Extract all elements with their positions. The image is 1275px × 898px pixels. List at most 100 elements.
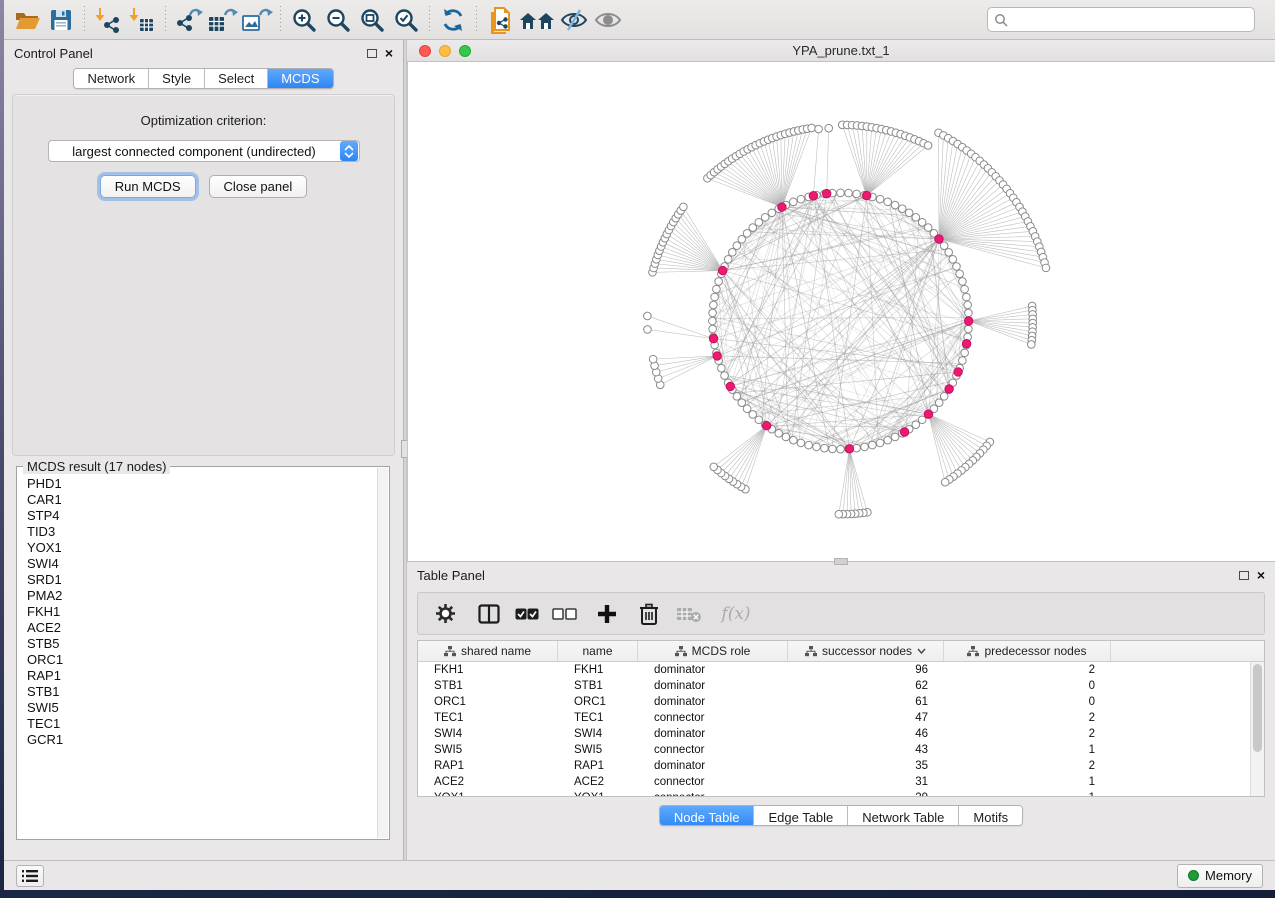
result-node[interactable]: SWI5 [27,700,369,716]
result-node[interactable]: PHD1 [27,476,369,492]
table-cell: SWI4 [418,726,558,742]
result-node[interactable]: YOX1 [27,540,369,556]
table-cell: 0 [944,678,1111,694]
table-row[interactable]: SWI4SWI4dominator462 [418,726,1250,742]
clear-table-icon [674,597,704,631]
network-canvas[interactable] [407,62,1275,561]
table-cell: 43 [788,742,944,758]
network-graph [408,62,1275,561]
horizontal-splitter-handle[interactable] [834,558,848,565]
result-node[interactable]: TEC1 [27,716,369,732]
float-panel-icon[interactable] [367,49,377,58]
result-node[interactable]: PMA2 [27,588,369,604]
column-header-predecessor-nodes[interactable]: predecessor nodes [944,641,1111,661]
result-node[interactable]: SRD1 [27,572,369,588]
first-neighbors-icon[interactable] [517,4,557,36]
main-toolbar [4,0,1275,40]
close-panel-icon[interactable]: × [385,48,393,58]
tab-node-table[interactable]: Node Table [660,806,755,826]
float-panel-icon[interactable] [1239,571,1249,580]
result-node[interactable]: ACE2 [27,620,369,636]
mcds-result-box: MCDS result (17 nodes) PHD1CAR1STP4TID3Y… [16,466,390,840]
table-row[interactable]: TEC1TEC1connector472 [418,710,1250,726]
zoom-out-icon[interactable] [321,4,355,36]
export-network-icon[interactable] [172,4,206,36]
import-table-icon[interactable] [125,4,159,36]
result-node[interactable]: STB5 [27,636,369,652]
org-chart-icon [444,646,456,657]
column-header-name[interactable]: name [558,641,638,661]
settings-icon[interactable] [430,597,460,631]
scrollbar-thumb[interactable] [1253,664,1262,752]
result-node[interactable]: STP4 [27,508,369,524]
table-cell: STB1 [418,678,558,694]
zoom-in-icon[interactable] [287,4,321,36]
close-panel-icon[interactable]: × [1257,570,1265,580]
column-header-shared-name[interactable]: shared name [418,641,558,661]
table-cell: 2 [944,662,1111,678]
table-row[interactable]: FKH1FKH1dominator962 [418,662,1250,678]
deselect-all-icon[interactable] [550,597,580,631]
table-panel: Table Panel × [407,561,1275,860]
table-cell: 1 [944,790,1111,797]
table-row[interactable]: SWI5SWI5connector431 [418,742,1250,758]
refresh-icon[interactable] [436,4,470,36]
network-title: YPA_prune.txt_1 [407,43,1275,58]
export-table-icon[interactable] [206,4,240,36]
search-box [987,7,1255,32]
table-scrollbar[interactable] [1250,662,1264,796]
table-cell: 35 [788,758,944,774]
table-cell: connector [638,790,788,797]
result-node[interactable]: RAP1 [27,668,369,684]
combo-stepper-icon [340,141,358,161]
tab-select[interactable]: Select [205,69,268,88]
memory-status-icon [1188,870,1199,881]
table-cell: TEC1 [558,710,638,726]
column-header-successor-nodes[interactable]: successor nodes [788,641,944,661]
open-file-icon[interactable] [10,4,44,36]
export-image-icon[interactable] [240,4,274,36]
result-node[interactable]: STB1 [27,684,369,700]
close-panel-button[interactable]: Close panel [209,175,308,198]
result-node[interactable]: ORC1 [27,652,369,668]
result-node[interactable]: SWI4 [27,556,369,572]
show-all-icon[interactable] [591,4,625,36]
table-row[interactable]: STB1STB1dominator620 [418,678,1250,694]
select-all-icon[interactable] [512,597,542,631]
column-header-mcds-role[interactable]: MCDS role [638,641,788,661]
status-bar: Memory [4,860,1275,890]
mcds-list-scrollbar[interactable] [377,468,388,838]
result-node[interactable]: CAR1 [27,492,369,508]
zoom-fit-icon[interactable] [355,4,389,36]
table-cell: ACE2 [558,774,638,790]
split-view-icon[interactable] [474,597,504,631]
save-session-icon[interactable] [44,4,78,36]
tab-style[interactable]: Style [149,69,205,88]
result-node[interactable]: TID3 [27,524,369,540]
table-row[interactable]: ACE2ACE2connector311 [418,774,1250,790]
memory-button[interactable]: Memory [1177,864,1263,888]
optimization-criterion-select[interactable]: largest connected component (undirected) [48,140,360,162]
share-document-icon[interactable] [483,4,517,36]
node-table-body: FKH1FKH1dominator962STB1STB1dominator620… [418,662,1250,796]
table-row[interactable]: ORC1ORC1dominator610 [418,694,1250,710]
tab-motifs[interactable]: Motifs [959,806,1022,826]
tab-edge-table[interactable]: Edge Table [754,806,848,826]
run-mcds-button[interactable]: Run MCDS [100,175,196,198]
search-input[interactable] [1008,13,1248,27]
add-column-icon[interactable] [592,597,622,631]
result-node[interactable]: FKH1 [27,604,369,620]
task-history-button[interactable] [16,865,44,887]
table-row[interactable]: YOX1YOX1connector291 [418,790,1250,797]
org-chart-icon [675,646,687,657]
zoom-selected-icon[interactable] [389,4,423,36]
tab-network-table[interactable]: Network Table [848,806,959,826]
tab-network[interactable]: Network [74,69,149,88]
tab-mcds[interactable]: MCDS [268,69,332,88]
result-node[interactable]: GCR1 [27,732,369,748]
delete-column-icon[interactable] [634,597,664,631]
import-network-icon[interactable] [91,4,125,36]
table-row[interactable]: RAP1RAP1dominator352 [418,758,1250,774]
hide-selected-icon[interactable] [557,4,591,36]
table-cell: RAP1 [558,758,638,774]
